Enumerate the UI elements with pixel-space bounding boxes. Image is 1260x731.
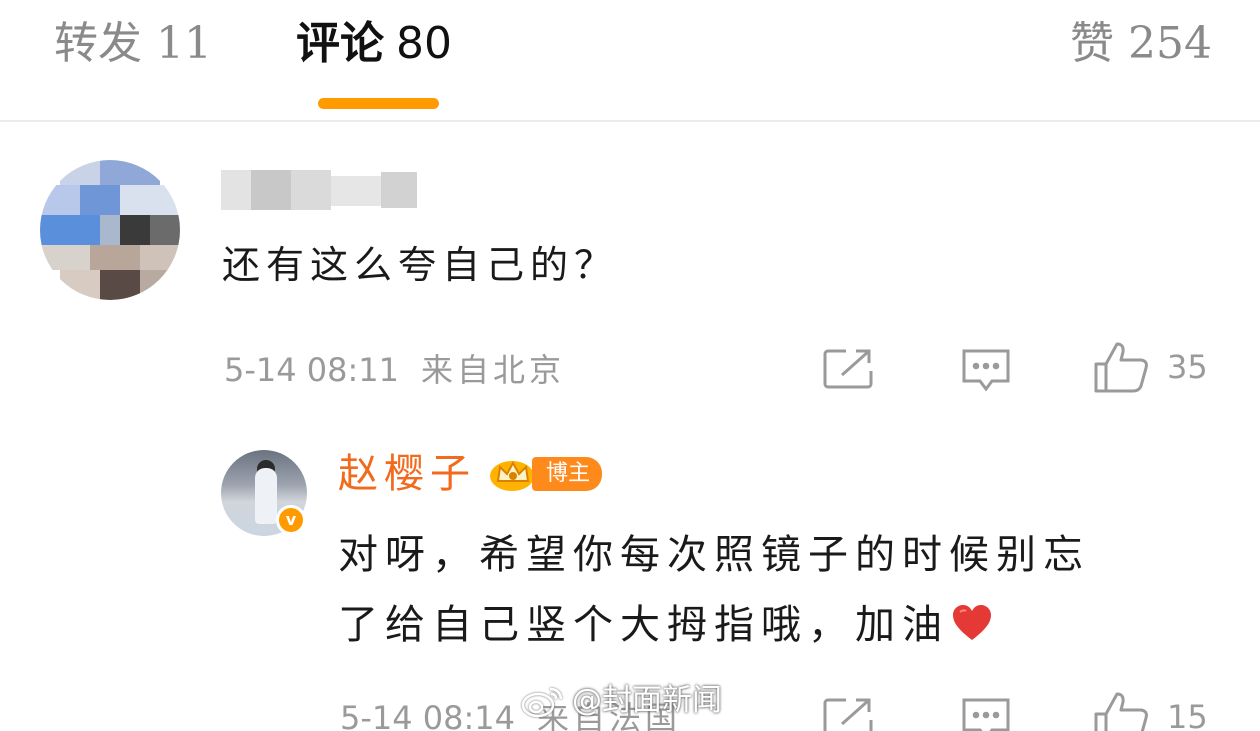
- blogger-badge-label: 博主: [532, 457, 603, 491]
- reply-like-button[interactable]: 15: [1093, 690, 1208, 731]
- tab-repost[interactable]: 转发 11: [54, 14, 212, 74]
- tab-likes-count: 254: [1128, 18, 1212, 69]
- comment-icon: [962, 349, 1010, 392]
- reply-text-line-2: 了给自己竖个大拇指哦，加油: [338, 590, 1218, 660]
- comment-like-count: 35: [1167, 348, 1208, 386]
- tab-repost-label: 转发: [54, 18, 142, 69]
- reply-text-line-2-content: 了给自己竖个大拇指哦，加油: [338, 602, 949, 648]
- tab-comments[interactable]: 评论 80: [296, 14, 452, 74]
- reply-reply-button[interactable]: [960, 696, 1012, 731]
- reply-author-name[interactable]: 赵樱子: [338, 446, 476, 502]
- weibo-logo-icon: [521, 687, 563, 718]
- comment-time: 5-14 08:11: [224, 351, 400, 389]
- share-icon: [823, 349, 873, 389]
- tab-likes[interactable]: 赞 254: [1070, 14, 1212, 74]
- tab-bar: 转发 11 评论 80 赞 254: [0, 0, 1260, 122]
- comment-share-button[interactable]: [822, 347, 874, 391]
- commenter-avatar-blurred[interactable]: [40, 160, 180, 300]
- reply-like-count: 15: [1167, 698, 1208, 731]
- reply-share-button[interactable]: [822, 696, 874, 731]
- thumbs-up-icon: [1094, 692, 1148, 731]
- tab-likes-label: 赞: [1070, 18, 1115, 69]
- commenter-name-blurred[interactable]: [221, 162, 417, 218]
- tab-comments-count: 80: [396, 18, 452, 69]
- blogger-badge: 博主: [488, 454, 603, 494]
- reply-text-line-1: 对呀，希望你每次照镜子的时候别忘: [338, 532, 1090, 578]
- comment-text: 还有这么夸自己的？: [222, 243, 619, 287]
- comment-meta: 5-14 08:11 来自北京: [224, 350, 565, 390]
- verified-badge: v: [276, 505, 306, 535]
- watermark: @封面新闻: [520, 681, 722, 721]
- active-tab-indicator: [318, 98, 439, 109]
- heart-icon: [953, 605, 991, 640]
- reply-time: 5-14 08:14: [340, 699, 516, 731]
- watermark-text: @封面新闻: [572, 683, 722, 718]
- comment-icon: [962, 698, 1010, 731]
- reply-text: 对呀，希望你每次照镜子的时候别忘 了给自己竖个大拇指哦，加油: [338, 520, 1218, 660]
- thumbs-up-icon: [1094, 342, 1148, 393]
- comment-location: 来自北京: [421, 351, 566, 389]
- comment-reply-button[interactable]: [960, 347, 1012, 393]
- share-icon: [823, 698, 873, 731]
- tab-repost-count: 11: [156, 18, 212, 69]
- comment-like-button[interactable]: 35: [1093, 340, 1208, 394]
- tab-comments-label: 评论: [296, 18, 384, 69]
